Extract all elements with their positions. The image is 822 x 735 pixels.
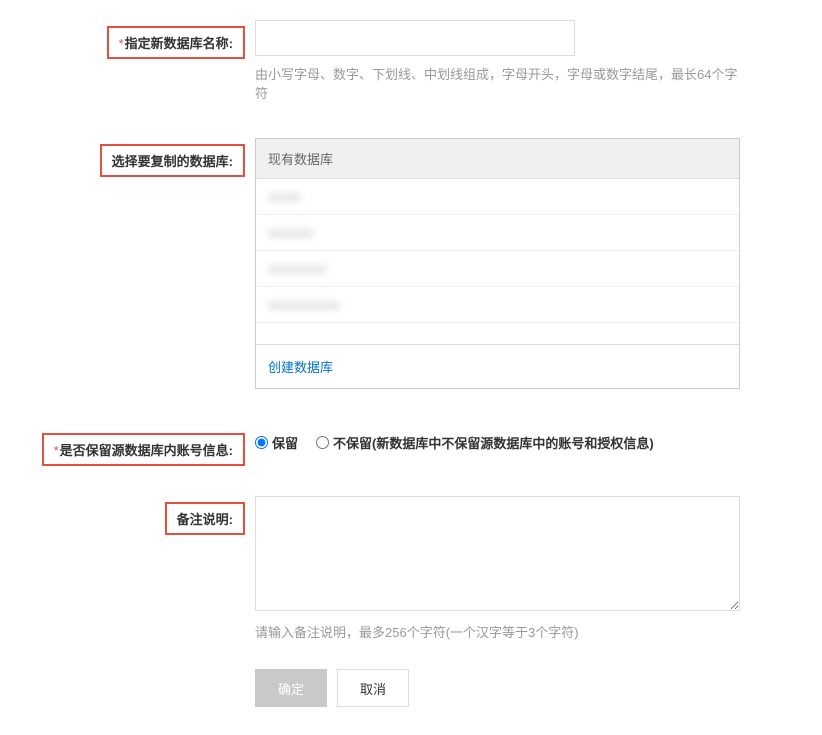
remark-textarea[interactable] (255, 496, 740, 611)
label-new-db-name: *指定新数据库名称: (107, 26, 245, 59)
remark-hint: 请输入备注说明，最多256个字符(一个汉字等于3个字符) (255, 622, 740, 641)
db-list-body[interactable]: xxxxx xxxxxxx xxxxxxxxx xxxxxxxxxxx (256, 179, 739, 344)
label-keep-account: *是否保留源数据库内账号信息: (42, 433, 245, 466)
db-list-item[interactable]: xxxxxxxxx (256, 251, 739, 287)
db-list-header: 现有数据库 (256, 139, 739, 179)
radio-label-keep: 保留 (272, 433, 298, 452)
label-text-remark: 备注说明: (177, 512, 233, 527)
db-list-item[interactable]: xxxxxxxxxxx (256, 287, 739, 323)
label-text-new-db-name: 指定新数据库名称: (125, 36, 233, 51)
radio-keep[interactable] (255, 436, 268, 449)
db-list-box: 现有数据库 xxxxx xxxxxxx xxxxxxxxx xxxxxxxxxx… (255, 138, 740, 389)
radio-option-keep[interactable]: 保留 (255, 433, 298, 452)
required-star: * (119, 36, 124, 51)
label-text-keep-account: 是否保留源数据库内账号信息: (60, 443, 233, 458)
confirm-button[interactable]: 确定 (255, 669, 327, 707)
db-list-item[interactable]: xxxxxxx (256, 215, 739, 251)
radio-not-keep[interactable] (316, 436, 329, 449)
new-db-name-input[interactable] (255, 20, 575, 56)
cancel-button[interactable]: 取消 (337, 669, 409, 707)
create-db-link[interactable]: 创建数据库 (268, 360, 333, 375)
new-db-name-hint: 由小写字母、数字、下划线、中划线组成，字母开头，字母或数字结尾，最长64个字符 (255, 64, 740, 102)
radio-label-not-keep: 不保留(新数据库中不保留源数据库中的账号和授权信息) (333, 433, 654, 452)
required-star: * (54, 443, 59, 458)
radio-option-not-keep[interactable]: 不保留(新数据库中不保留源数据库中的账号和授权信息) (316, 433, 654, 452)
label-text-source-db: 选择要复制的数据库: (112, 154, 233, 169)
db-list-item[interactable]: xxxxx (256, 179, 739, 215)
db-list-footer: 创建数据库 (256, 344, 739, 388)
label-source-db: 选择要复制的数据库: (100, 144, 245, 177)
label-remark: 备注说明: (165, 502, 245, 535)
